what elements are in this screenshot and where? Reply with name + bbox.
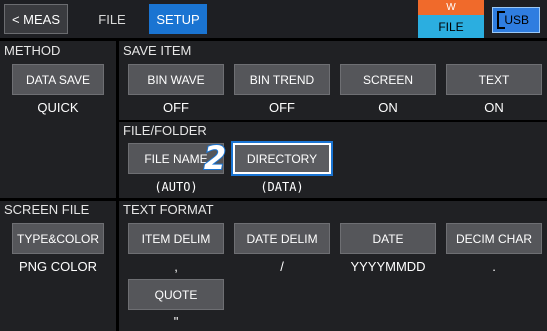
text-format-panel: TEXT FORMAT ITEM DELIM , DATE DELIM / DA… xyxy=(119,201,547,331)
date-value: YYYYMMDD xyxy=(350,259,426,274)
file-folder-panel: FILE/FOLDER FILE NAME (AUTO) DIRECTORY (… xyxy=(119,122,547,198)
quote-value: " xyxy=(173,314,179,329)
step-callout-badge: 2 xyxy=(199,138,231,178)
screen-button[interactable]: SCREEN xyxy=(340,64,436,95)
save-item-title: SAVE ITEM xyxy=(123,43,192,58)
file-folder-title: FILE/FOLDER xyxy=(123,123,207,138)
screen-file-panel: SCREEN FILE TYPE&COLOR PNG COLOR xyxy=(0,201,116,331)
bin-wave-button[interactable]: BIN WAVE xyxy=(128,64,224,95)
date-delim-button[interactable]: DATE DELIM xyxy=(234,223,330,254)
step-number: 2 xyxy=(203,138,227,178)
top-bar: < MEAS FILE SETUP W FILE USB xyxy=(0,0,547,38)
text-button[interactable]: TEXT xyxy=(446,64,542,95)
decim-char-button[interactable]: DECIM CHAR xyxy=(446,223,542,254)
text-format-title: TEXT FORMAT xyxy=(123,202,214,217)
item-delim-value: , xyxy=(174,259,178,274)
bin-trend-value: OFF xyxy=(269,100,295,115)
item-delim-button[interactable]: ITEM DELIM xyxy=(128,223,224,254)
screen-value: ON xyxy=(378,100,398,115)
date-delim-value: / xyxy=(280,259,284,274)
method-panel: METHOD DATA SAVE QUICK xyxy=(0,41,116,198)
method-value: QUICK xyxy=(37,100,79,115)
bin-trend-button[interactable]: BIN TREND xyxy=(234,64,330,95)
type-color-button[interactable]: TYPE&COLOR xyxy=(12,223,104,254)
screen-file-value: PNG COLOR xyxy=(18,259,97,274)
directory-button[interactable]: DIRECTORY xyxy=(233,143,331,174)
meas-back-button[interactable]: < MEAS xyxy=(4,4,68,34)
text-value: ON xyxy=(484,100,504,115)
date-button[interactable]: DATE xyxy=(340,223,436,254)
method-title: METHOD xyxy=(4,43,61,58)
w-file-indicator: W FILE xyxy=(418,0,484,38)
usb-label: USB xyxy=(504,13,529,27)
file-badge-label: FILE xyxy=(438,20,464,34)
usb-bracket-icon xyxy=(497,11,505,29)
save-item-panel: SAVE ITEM BIN WAVE OFF BIN TREND OFF SCR… xyxy=(119,41,547,120)
quote-button[interactable]: QUOTE xyxy=(128,279,224,310)
screen-file-title: SCREEN FILE xyxy=(4,202,90,217)
data-save-button[interactable]: DATA SAVE xyxy=(12,64,104,95)
tab-setup[interactable]: SETUP xyxy=(149,4,207,34)
tab-file[interactable]: FILE xyxy=(82,4,142,34)
file-name-value: (AUTO) xyxy=(154,180,198,194)
bin-wave-value: OFF xyxy=(163,100,189,115)
directory-value: (DATA) xyxy=(260,180,304,194)
decim-char-value: . xyxy=(492,259,496,274)
w-badge: W xyxy=(418,0,484,15)
usb-indicator: USB xyxy=(492,7,540,33)
